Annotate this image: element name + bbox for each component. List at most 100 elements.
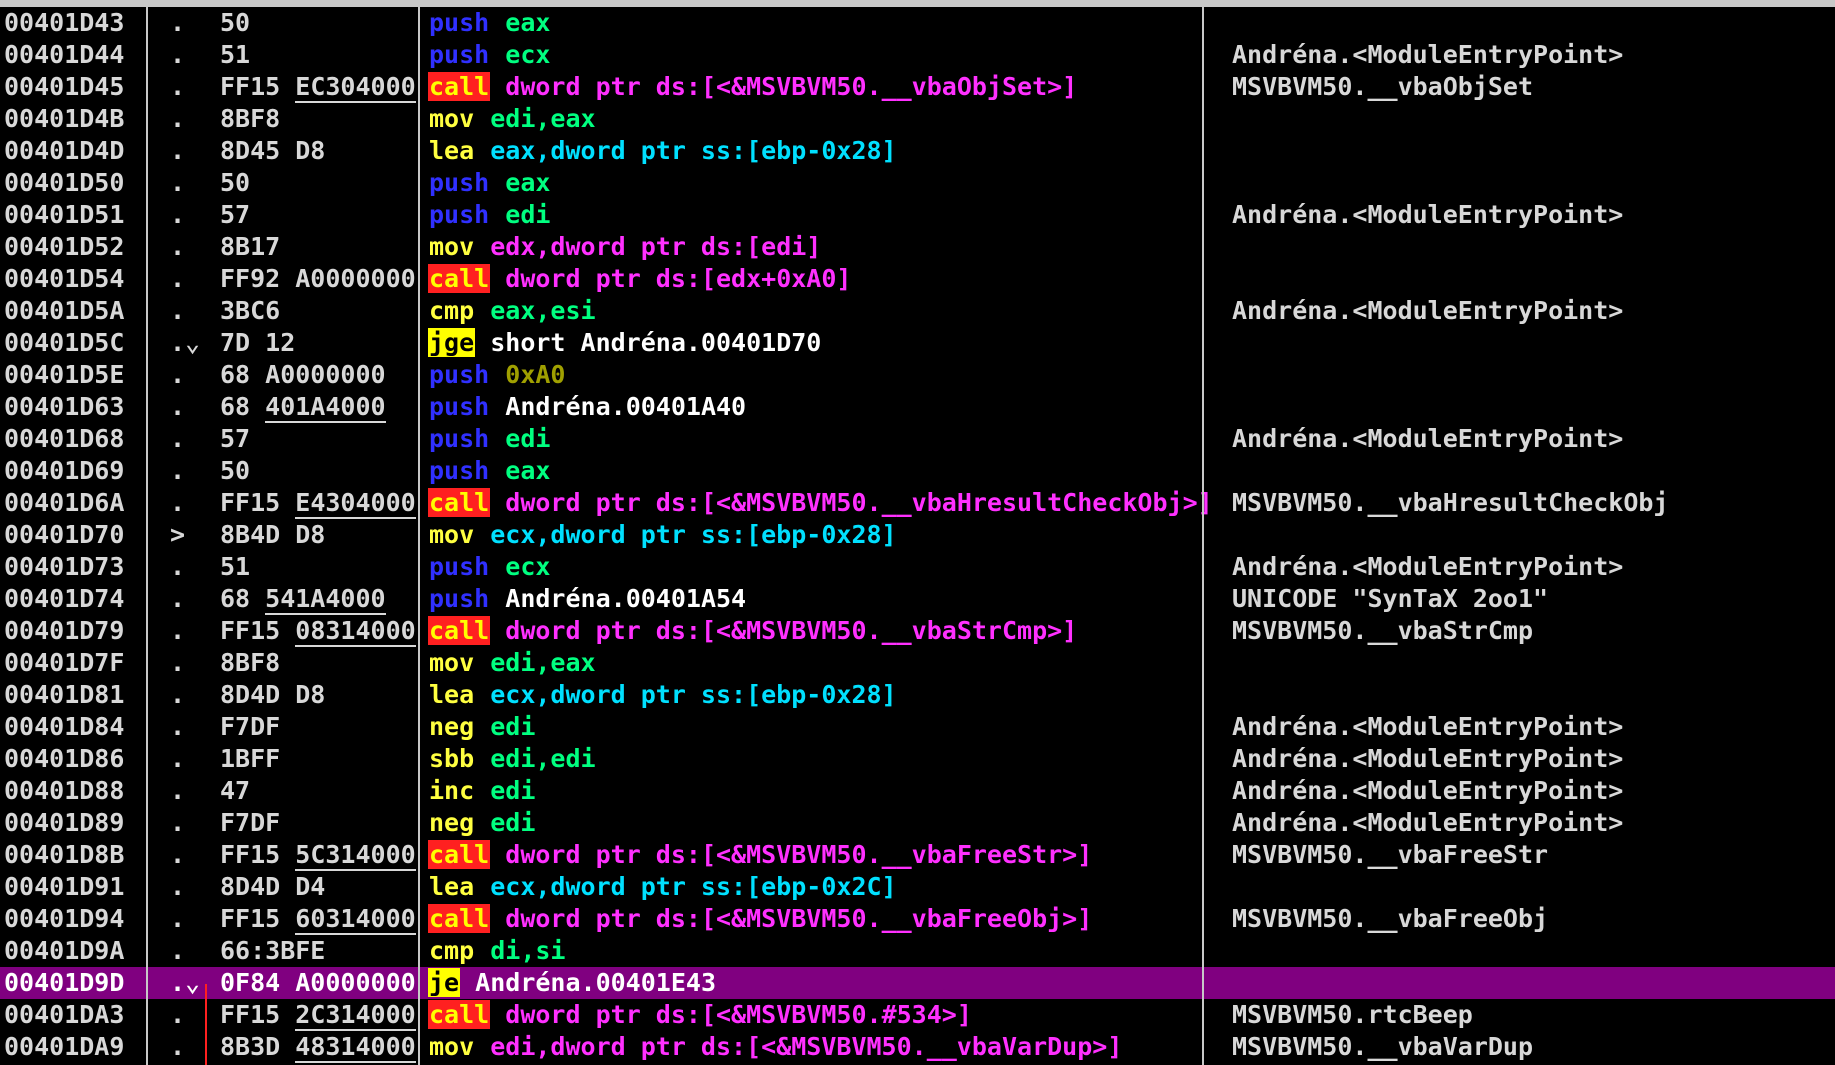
- address-cell[interactable]: 00401D8B: [4, 839, 144, 871]
- instruction-row[interactable]: 00401D9A. 66:3BFE cmp di,si: [0, 935, 1835, 967]
- instruction-cell[interactable]: cmp eax,esi: [428, 295, 1208, 327]
- column-divider-disasm[interactable]: [1202, 7, 1204, 1065]
- address-cell[interactable]: 00401D79: [4, 615, 144, 647]
- instruction-row[interactable]: 00401D6A. FF15 E4304000 call dword ptr ds:…: [0, 487, 1835, 519]
- hex-bytes-cell[interactable]: 8B3D 48314000: [220, 1031, 420, 1063]
- instruction-cell[interactable]: cmp di,si: [428, 935, 1208, 967]
- instruction-row[interactable]: 00401D5A. 3BC6 cmp eax,esi Andréna.<ModuleE…: [0, 295, 1835, 327]
- instruction-row[interactable]: 00401D4D. 8D45 D8 lea eax,dword ptr ss:[eb…: [0, 135, 1835, 167]
- address-cell[interactable]: 00401D88: [4, 775, 144, 807]
- instruction-cell[interactable]: call dword ptr ds:[<&MSVBVM50.__vbaFreeO…: [428, 903, 1208, 935]
- address-cell[interactable]: 00401DA3: [4, 999, 144, 1031]
- comment-cell[interactable]: Andréna.<ModuleEntryPoint>: [1232, 295, 1832, 327]
- address-cell[interactable]: 00401D51: [4, 199, 144, 231]
- instruction-row[interactable]: 00401D94. FF15 60314000 call dword ptr ds:…: [0, 903, 1835, 935]
- instruction-cell[interactable]: push eax: [428, 7, 1208, 39]
- hex-bytes-cell[interactable]: 66:3BFE: [220, 935, 420, 967]
- instruction-row[interactable]: 00401D5E. 68 A0000000 push 0xA0: [0, 359, 1835, 391]
- comment-cell[interactable]: [1232, 263, 1832, 295]
- address-cell[interactable]: 00401D69: [4, 455, 144, 487]
- instruction-row[interactable]: 00401D69. 50 push eax: [0, 455, 1835, 487]
- comment-cell[interactable]: [1232, 167, 1832, 199]
- selected-instruction-row[interactable]: 00401D9D .⌄ 0F84 A0000000 je Andréna.00401E…: [0, 967, 1835, 999]
- instruction-cell[interactable]: mov edi,eax: [428, 103, 1208, 135]
- address-cell[interactable]: 00401D70: [4, 519, 144, 551]
- instruction-row[interactable]: 00401D4B. 8BF8 mov edi,eax: [0, 103, 1835, 135]
- comment-cell[interactable]: [1232, 967, 1832, 999]
- hex-bytes-cell[interactable]: 68 401A4000: [220, 391, 420, 423]
- disassembly-pane[interactable]: 00401D43. 50 push eax 00401D44. 51 push ecx An…: [0, 7, 1835, 1065]
- instruction-row[interactable]: 00401D79. FF15 08314000 call dword ptr ds:…: [0, 615, 1835, 647]
- instruction-cell[interactable]: push Andréna.00401A40: [428, 391, 1208, 423]
- instruction-cell[interactable]: neg edi: [428, 711, 1208, 743]
- comment-cell[interactable]: [1232, 871, 1832, 903]
- hex-bytes-cell[interactable]: FF15 EC304000: [220, 71, 420, 103]
- address-cell[interactable]: 00401D5C: [4, 327, 144, 359]
- instruction-cell[interactable]: call dword ptr ds:[<&MSVBVM50.__vbaHresu…: [428, 487, 1208, 519]
- hex-bytes-cell[interactable]: 50: [220, 7, 420, 39]
- instruction-row[interactable]: 00401D70 >8B4D D8 mov ecx,dword ptr ss:[eb…: [0, 519, 1835, 551]
- instruction-cell[interactable]: push eax: [428, 167, 1208, 199]
- address-cell[interactable]: 00401D50: [4, 167, 144, 199]
- comment-cell[interactable]: Andréna.<ModuleEntryPoint>: [1232, 743, 1832, 775]
- instruction-row[interactable]: 00401D88. 47 inc edi Andréna.<ModuleEntryPo…: [0, 775, 1835, 807]
- instruction-row[interactable]: 00401D86. 1BFF sbb edi,edi Andréna.<ModuleE…: [0, 743, 1835, 775]
- address-cell[interactable]: 00401D5E: [4, 359, 144, 391]
- instruction-cell[interactable]: lea ecx,dword ptr ss:[ebp-0x28]: [428, 679, 1208, 711]
- comment-cell[interactable]: MSVBVM50.__vbaFreeObj: [1232, 903, 1832, 935]
- address-cell[interactable]: 00401D81: [4, 679, 144, 711]
- instruction-cell[interactable]: mov ecx,dword ptr ss:[ebp-0x28]: [428, 519, 1208, 551]
- instruction-row[interactable]: 00401DA9. 8B3D 48314000 mov edi,dword ptr …: [0, 1031, 1835, 1063]
- instruction-cell[interactable]: je Andréna.00401E43: [428, 967, 1208, 999]
- instruction-cell[interactable]: call dword ptr ds:[<&MSVBVM50.__vbaFreeS…: [428, 839, 1208, 871]
- hex-bytes-cell[interactable]: FF15 5C314000: [220, 839, 420, 871]
- instruction-cell[interactable]: mov edi,dword ptr ds:[<&MSVBVM50.__vbaVa…: [428, 1031, 1208, 1063]
- comment-cell[interactable]: [1232, 359, 1832, 391]
- instruction-row[interactable]: 00401D52. 8B17 mov edx,dword ptr ds:[edi]: [0, 231, 1835, 263]
- comment-cell[interactable]: [1232, 647, 1832, 679]
- instruction-cell[interactable]: push ecx: [428, 551, 1208, 583]
- comment-cell[interactable]: [1232, 7, 1832, 39]
- address-cell[interactable]: 00401D45: [4, 71, 144, 103]
- instruction-cell[interactable]: push ecx: [428, 39, 1208, 71]
- instruction-cell[interactable]: call dword ptr ds:[<&MSVBVM50.#534>]: [428, 999, 1208, 1031]
- comment-cell[interactable]: Andréna.<ModuleEntryPoint>: [1232, 775, 1832, 807]
- hex-bytes-cell[interactable]: 57: [220, 423, 420, 455]
- comment-cell[interactable]: Andréna.<ModuleEntryPoint>: [1232, 807, 1832, 839]
- address-cell[interactable]: 00401D68: [4, 423, 144, 455]
- address-cell[interactable]: 00401D63: [4, 391, 144, 423]
- hex-bytes-cell[interactable]: 51: [220, 39, 420, 71]
- instruction-row[interactable]: 00401D54. FF92 A0000000 call dword ptr ds:…: [0, 263, 1835, 295]
- hex-bytes-cell[interactable]: 0F84 A0000000: [220, 967, 420, 999]
- comment-cell[interactable]: Andréna.<ModuleEntryPoint>: [1232, 551, 1832, 583]
- address-cell[interactable]: 00401D73: [4, 551, 144, 583]
- instruction-row[interactable]: 00401D89. F7DF neg edi Andréna.<ModuleEntry…: [0, 807, 1835, 839]
- hex-bytes-cell[interactable]: F7DF: [220, 807, 420, 839]
- hex-bytes-cell[interactable]: 7D 12: [220, 327, 420, 359]
- instruction-cell[interactable]: push eax: [428, 455, 1208, 487]
- instruction-cell[interactable]: call dword ptr ds:[<&MSVBVM50.__vbaStrCm…: [428, 615, 1208, 647]
- address-cell[interactable]: 00401D43: [4, 7, 144, 39]
- address-cell[interactable]: 00401D94: [4, 903, 144, 935]
- hex-bytes-cell[interactable]: F7DF: [220, 711, 420, 743]
- comment-cell[interactable]: MSVBVM50.__vbaHresultCheckObj: [1232, 487, 1832, 519]
- instruction-cell[interactable]: call dword ptr ds:[edx+0xA0]: [428, 263, 1208, 295]
- comment-cell[interactable]: [1232, 103, 1832, 135]
- instruction-row[interactable]: 00401D74. 68 541A4000 push Andréna.00401A5…: [0, 583, 1835, 615]
- address-cell[interactable]: 00401D7F: [4, 647, 144, 679]
- comment-cell[interactable]: Andréna.<ModuleEntryPoint>: [1232, 199, 1832, 231]
- instruction-cell[interactable]: push 0xA0: [428, 359, 1208, 391]
- hex-bytes-cell[interactable]: FF15 60314000: [220, 903, 420, 935]
- instruction-row[interactable]: 00401D45. FF15 EC304000 call dword ptr ds:…: [0, 71, 1835, 103]
- comment-cell[interactable]: MSVBVM50.rtcBeep: [1232, 999, 1832, 1031]
- address-cell[interactable]: 00401D74: [4, 583, 144, 615]
- address-cell[interactable]: 00401DA9: [4, 1031, 144, 1063]
- hex-bytes-cell[interactable]: 8B17: [220, 231, 420, 263]
- hex-bytes-cell[interactable]: 50: [220, 167, 420, 199]
- address-cell[interactable]: 00401D89: [4, 807, 144, 839]
- address-cell[interactable]: 00401D54: [4, 263, 144, 295]
- address-cell[interactable]: 00401D9A: [4, 935, 144, 967]
- comment-cell[interactable]: [1232, 679, 1832, 711]
- hex-bytes-cell[interactable]: 51: [220, 551, 420, 583]
- instruction-cell[interactable]: push edi: [428, 199, 1208, 231]
